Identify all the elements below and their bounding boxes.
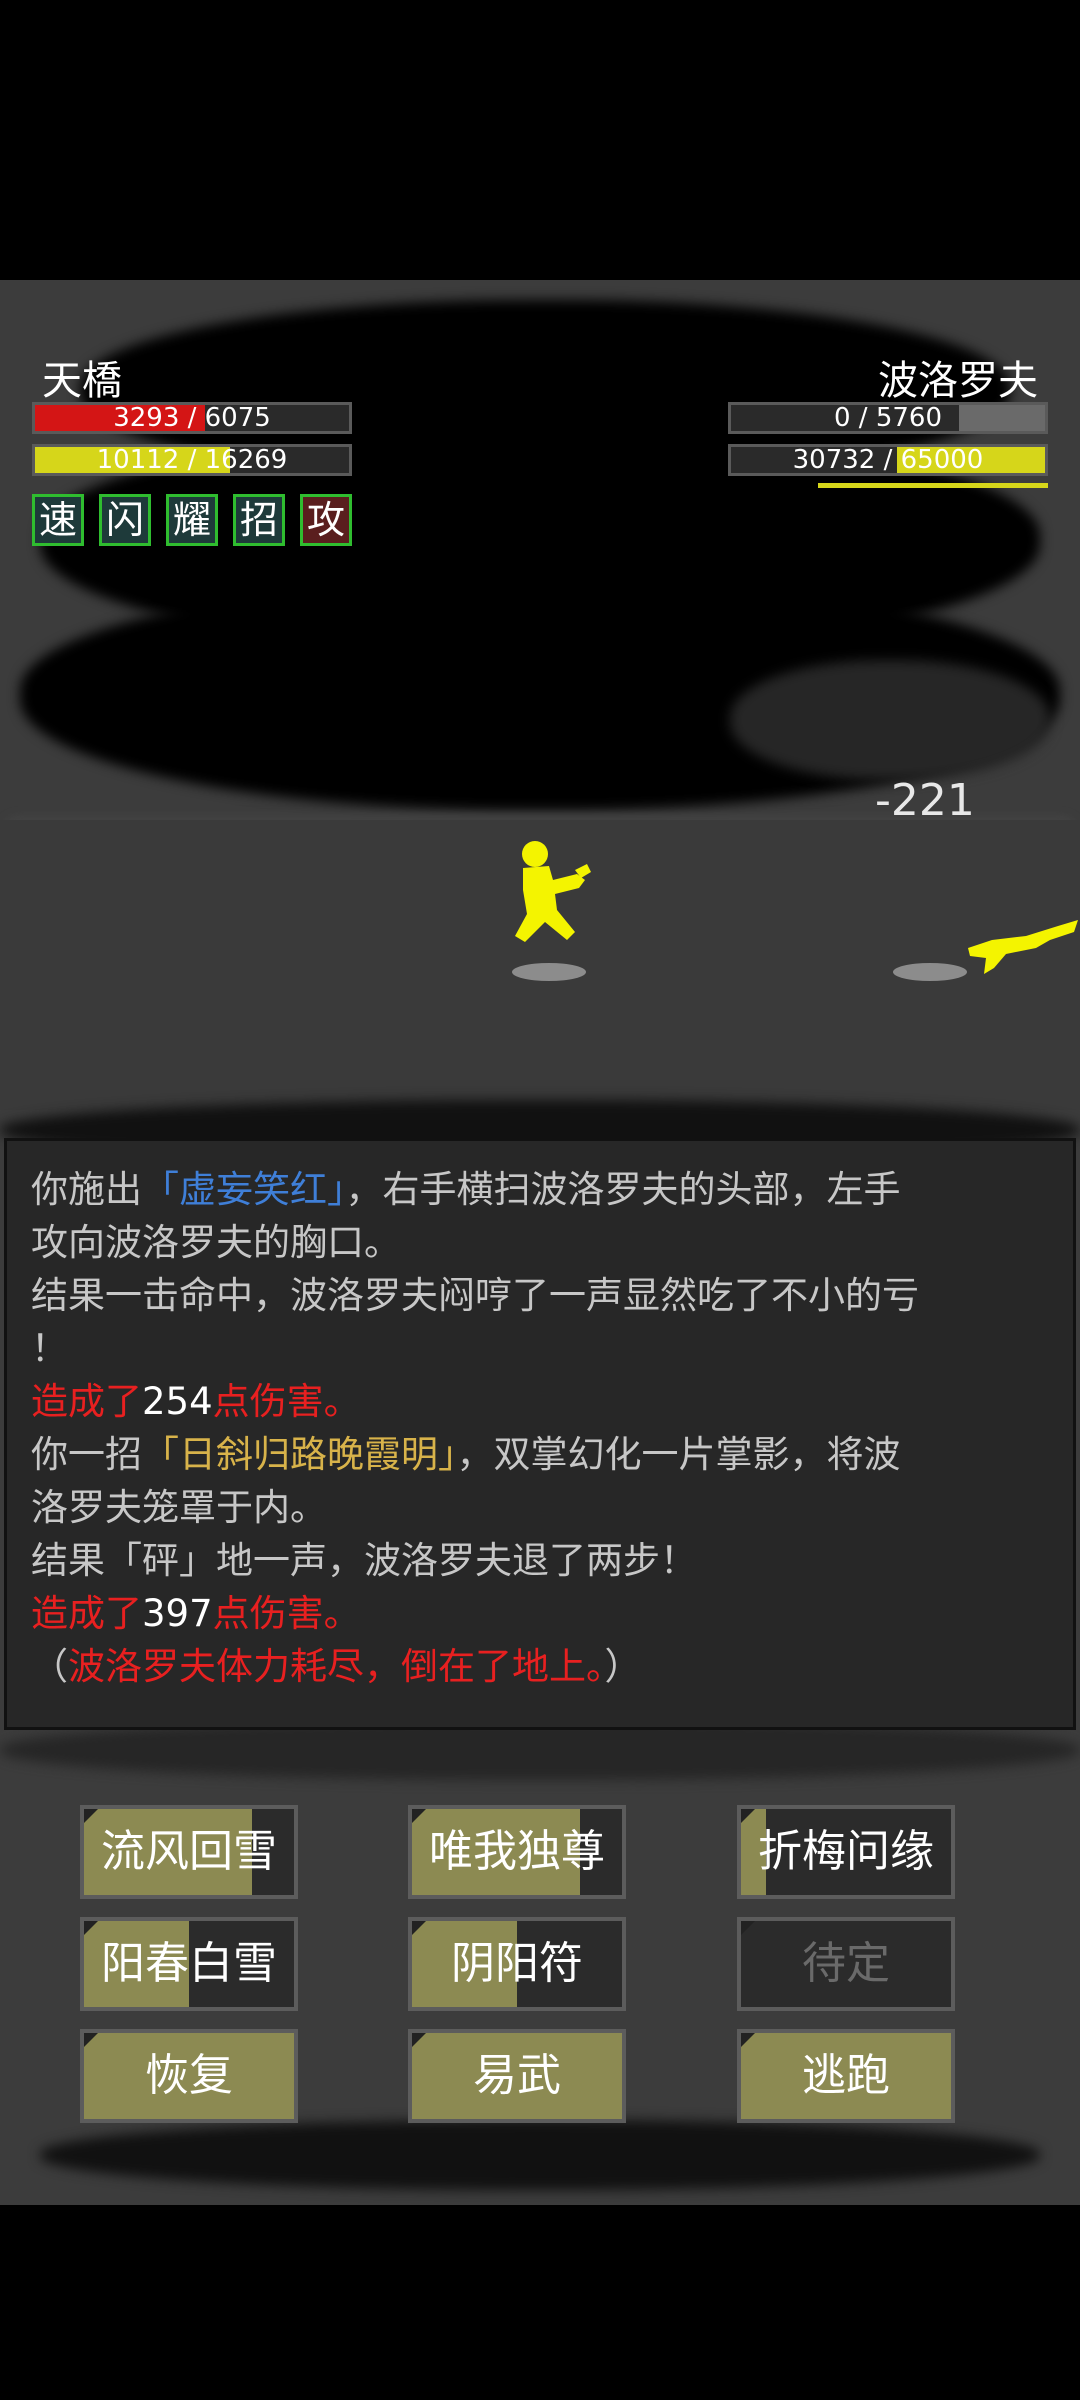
action-button-label: 易武 [473,2050,561,2101]
log-line: 你一招「日斜归路晚霞明」，双掌幻化一片掌影，将波 [31,1428,1049,1481]
log-segment: 结果一击命中，波洛罗夫闷哼了一声显然吃了不小的亏 [31,1274,919,1317]
log-line: 造成了397点伤害。 [31,1587,1049,1640]
log-segment: 造成了 [31,1380,142,1423]
log-line: （波洛罗夫体力耗尽，倒在了地上。） [31,1640,1049,1693]
enemy-hp-text: 0 / 5760 [834,403,942,433]
combat-log[interactable]: 你施出「虚妄笑红」，右手横扫波洛罗夫的头部，左手攻向波洛罗夫的胸口。结果一击命中… [4,1138,1076,1730]
log-segment: ） [604,1645,642,1688]
enemy-mp-text: 30732 / 65000 [792,445,984,475]
action-button-5[interactable]: 阴阳符 [408,1917,626,2011]
action-button-7[interactable]: 恢复 [80,2029,298,2123]
log-segment: 「日斜归路晚霞明」 [142,1433,457,1476]
enemy-mp-bar: 30732 / 65000 [728,444,1048,476]
action-button-3[interactable]: 折梅问缘 [737,1805,955,1899]
log-line: 结果一击命中，波洛罗夫闷哼了一声显然吃了不小的亏 [31,1269,1049,1322]
action-button-label: 唯我独尊 [429,1826,605,1877]
skill-speed-icon[interactable]: 速 [32,494,84,546]
action-button-label: 阳春白雪 [101,1938,277,1989]
action-button-1[interactable]: 流风回雪 [80,1805,298,1899]
player-mp-text: 10112 / 16269 [96,445,288,475]
action-button-label: 折梅问缘 [758,1826,934,1877]
log-line: 洛罗夫笼罩于内。 [31,1481,1049,1534]
player-shadow [512,963,586,981]
action-button-2[interactable]: 唯我独尊 [408,1805,626,1899]
player-name: 天橋 [42,358,122,404]
action-button-label: 逃跑 [802,2050,890,2101]
log-segment: ，双掌幻化一片掌影，将波 [456,1433,901,1476]
enemy-hp-bar: 0 / 5760 [728,402,1048,434]
log-line: 造成了254点伤害。 [31,1375,1049,1428]
skill-dodge-icon[interactable]: 闪 [99,494,151,546]
log-segment: （ [31,1645,68,1688]
log-segment: 你一招 [31,1433,142,1476]
action-button-label: 阴阳符 [451,1938,583,1989]
log-line: 结果「砰」地一声，波洛罗夫退了两步！ [31,1534,1049,1587]
log-segment: 造成了 [31,1592,142,1635]
action-button-8[interactable]: 易武 [408,2029,626,2123]
enemy-status-underline [818,483,1048,488]
action-button-4[interactable]: 阳春白雪 [80,1917,298,2011]
action-button-6[interactable]: 待定 [737,1917,955,2011]
enemy-shadow [893,963,967,981]
action-button-label: 待定 [802,1938,890,1989]
log-segment: ，右手横扫波洛罗夫的头部，左手 [345,1168,901,1211]
player-sprite [515,841,591,942]
skill-attack-icon[interactable]: 攻 [300,494,352,546]
damage-popup: -221 [875,775,975,826]
skill-shine-icon[interactable]: 耀 [166,494,218,546]
log-segment: ！ [31,1327,68,1370]
log-segment: 「虚妄笑红」 [142,1168,346,1211]
log-segment: 点伤害。 [212,1380,361,1423]
log-segment: 397 [142,1592,213,1635]
log-segment: 你施出 [31,1168,142,1211]
log-segment: 波洛罗夫体力耗尽，倒在了地上。 [68,1645,605,1688]
enemy-sprite-fallen [968,920,1078,974]
player-hp-bar: 3293 / 6075 [32,402,352,434]
log-segment: 254 [142,1380,213,1423]
action-button-9[interactable]: 逃跑 [737,2029,955,2123]
log-line: 攻向波洛罗夫的胸口。 [31,1216,1049,1269]
log-segment: 结果「砰」地一声，波洛罗夫退了两步！ [31,1539,697,1582]
log-segment: 攻向波洛罗夫的胸口。 [31,1221,401,1264]
combat-log-lines: 你施出「虚妄笑红」，右手横扫波洛罗夫的头部，左手攻向波洛罗夫的胸口。结果一击命中… [31,1163,1049,1693]
player-mp-bar: 10112 / 16269 [32,444,352,476]
log-line: 你施出「虚妄笑红」，右手横扫波洛罗夫的头部，左手 [31,1163,1049,1216]
ink-blob [40,2120,1040,2190]
player-hp-text: 3293 / 6075 [113,403,271,433]
skill-move-icon[interactable]: 招 [233,494,285,546]
log-segment: 点伤害。 [212,1592,361,1635]
log-line: ！ [31,1322,1049,1375]
action-button-label: 流风回雪 [101,1826,277,1877]
log-segment: 洛罗夫笼罩于内。 [31,1486,327,1529]
ink-blob [730,660,1050,780]
battle-scene: 天橋 3293 / 6075 10112 / 16269 速 闪 耀 招 攻 波… [0,280,1080,2205]
enemy-name: 波洛罗夫 [878,358,1038,404]
action-button-label: 恢复 [145,2050,233,2101]
